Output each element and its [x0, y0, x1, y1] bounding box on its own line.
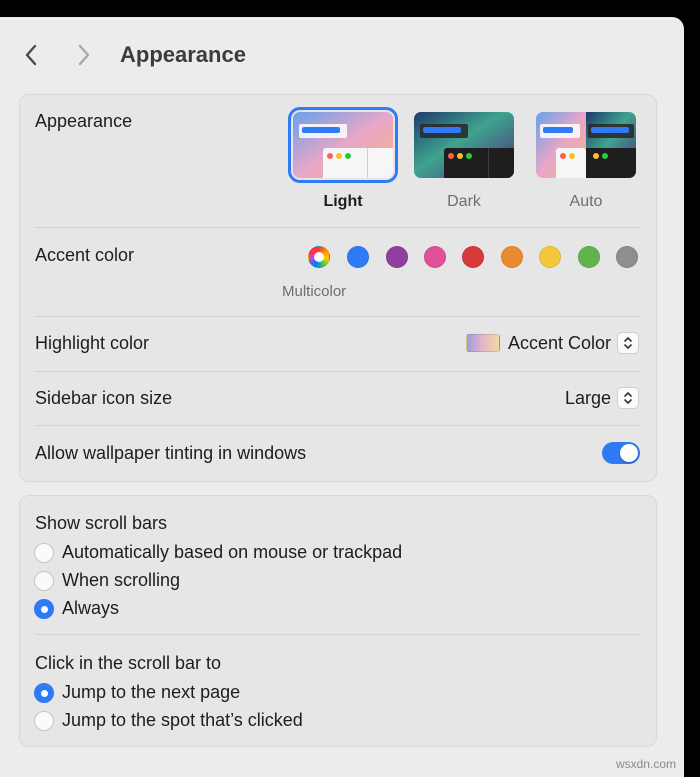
- accent-color-yellow[interactable]: [539, 246, 561, 268]
- highlight-color-swatch: [465, 334, 500, 352]
- highlight-color-label: Highlight color: [35, 333, 150, 353]
- accent-color-orange[interactable]: [501, 246, 523, 268]
- accent-color-selected-label: Multicolor: [282, 283, 347, 300]
- accent-color-red[interactable]: [462, 246, 484, 268]
- sidebar-icon-size-popup[interactable]: Large: [565, 387, 639, 409]
- radio-button[interactable]: [34, 542, 54, 563]
- divider: [35, 227, 641, 228]
- chevron-right-icon: [78, 44, 90, 66]
- click-scroll-option-label: Jump to the spot that’s clicked: [62, 710, 303, 730]
- popup-stepper-icon: [617, 332, 639, 354]
- scroll-bars-option-always[interactable]: Always: [34, 598, 119, 619]
- radio-button[interactable]: [34, 682, 54, 703]
- accent-color-graphite[interactable]: [616, 246, 638, 268]
- accent-color-multicolor[interactable]: [308, 246, 330, 268]
- click-scroll-option-next-page[interactable]: Jump to the next page: [34, 682, 240, 703]
- watermark-text: wsxdn.com: [615, 757, 676, 771]
- scroll-bars-option-label: Always: [62, 598, 120, 618]
- accent-color-green[interactable]: [578, 246, 600, 268]
- accent-color-blue[interactable]: [347, 246, 369, 268]
- highlight-color-value: Accent Color: [507, 332, 611, 353]
- divider: [35, 425, 641, 426]
- click-scroll-bar-label: Click in the scroll bar to: [35, 653, 222, 673]
- sidebar-icon-size-label: Sidebar icon size: [35, 388, 173, 408]
- appearance-option-dark[interactable]: [414, 112, 514, 178]
- click-scroll-option-label: Jump to the next page: [62, 682, 241, 702]
- highlight-color-popup[interactable]: Accent Color: [465, 332, 639, 354]
- radio-button[interactable]: [34, 570, 54, 591]
- accent-color-label: Accent color: [35, 245, 135, 265]
- appearance-label: Appearance: [35, 111, 133, 131]
- accent-color-purple[interactable]: [386, 246, 408, 268]
- back-button[interactable]: [17, 41, 45, 69]
- appearance-option-auto[interactable]: [536, 112, 636, 178]
- forward-button[interactable]: [70, 41, 98, 69]
- show-scroll-bars-label: Show scroll bars: [35, 513, 168, 533]
- radio-button[interactable]: [34, 598, 54, 619]
- scroll-bars-option-label: When scrolling: [62, 570, 181, 590]
- appearance-option-dark-label: Dark: [447, 193, 481, 210]
- divider: [35, 371, 641, 372]
- toolbar: Appearance: [0, 17, 684, 93]
- settings-window: Appearance Appearance Light Dark Auto Ac…: [0, 17, 684, 777]
- appearance-option-light-label: Light: [323, 193, 363, 210]
- appearance-option-auto-label: Auto: [569, 193, 603, 210]
- chevron-left-icon: [25, 44, 37, 66]
- accent-color-pink[interactable]: [424, 246, 446, 268]
- sidebar-icon-size-value: Large: [564, 387, 611, 408]
- scroll-bar-settings-card: Show scroll bars Automatically based on …: [19, 495, 657, 747]
- popup-stepper-icon: [617, 387, 639, 409]
- scroll-bars-option-automatic[interactable]: Automatically based on mouse or trackpad: [34, 542, 402, 563]
- appearance-option-light[interactable]: [288, 107, 398, 183]
- appearance-settings-card: Appearance Light Dark Auto Accent color …: [19, 94, 657, 482]
- divider: [35, 316, 641, 317]
- wallpaper-tinting-toggle[interactable]: [602, 442, 640, 464]
- scroll-bars-option-label: Automatically based on mouse or trackpad: [62, 542, 403, 562]
- radio-button[interactable]: [34, 710, 54, 731]
- divider: [35, 634, 641, 635]
- scroll-bars-option-when-scrolling[interactable]: When scrolling: [34, 570, 180, 591]
- click-scroll-option-spot-clicked[interactable]: Jump to the spot that’s clicked: [34, 710, 303, 731]
- page-title: Appearance: [120, 42, 246, 67]
- wallpaper-tinting-label: Allow wallpaper tinting in windows: [35, 443, 307, 463]
